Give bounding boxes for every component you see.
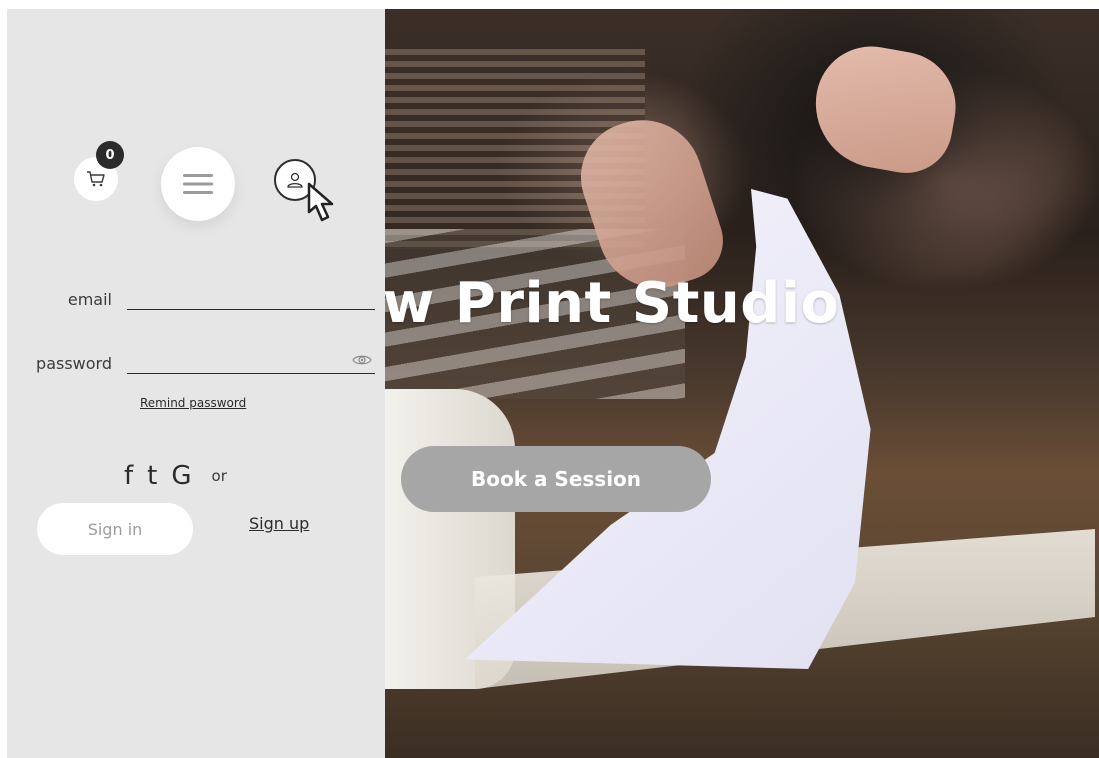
login-panel: 0 email password Remind password f t G o… [7,9,385,758]
hero-title: gow Print Studio [385,271,840,336]
eye-icon[interactable] [352,353,372,367]
password-underline [127,373,375,374]
tumblr-icon[interactable]: t [147,463,157,489]
facebook-icon[interactable]: f [124,463,133,489]
google-icon[interactable]: G [171,463,191,489]
cart-count-badge: 0 [96,141,124,169]
cursor-icon [307,182,334,222]
remind-password-link[interactable]: Remind password [140,396,246,410]
social-login: f t G or [124,461,227,491]
user-icon [287,172,303,188]
menu-button[interactable] [161,147,235,221]
password-label: password [36,354,112,373]
email-underline [127,309,375,310]
hero-section: gow Print Studio Book a Session [385,9,1099,758]
cart-icon [87,171,105,187]
menu-icon [183,174,213,194]
or-label: or [211,467,227,485]
email-field[interactable] [127,284,352,310]
email-label: email [67,290,112,309]
book-session-button[interactable]: Book a Session [401,446,711,512]
password-field[interactable] [127,348,352,374]
sign-up-link[interactable]: Sign up [249,514,309,533]
sign-in-button[interactable]: Sign in [37,503,193,555]
